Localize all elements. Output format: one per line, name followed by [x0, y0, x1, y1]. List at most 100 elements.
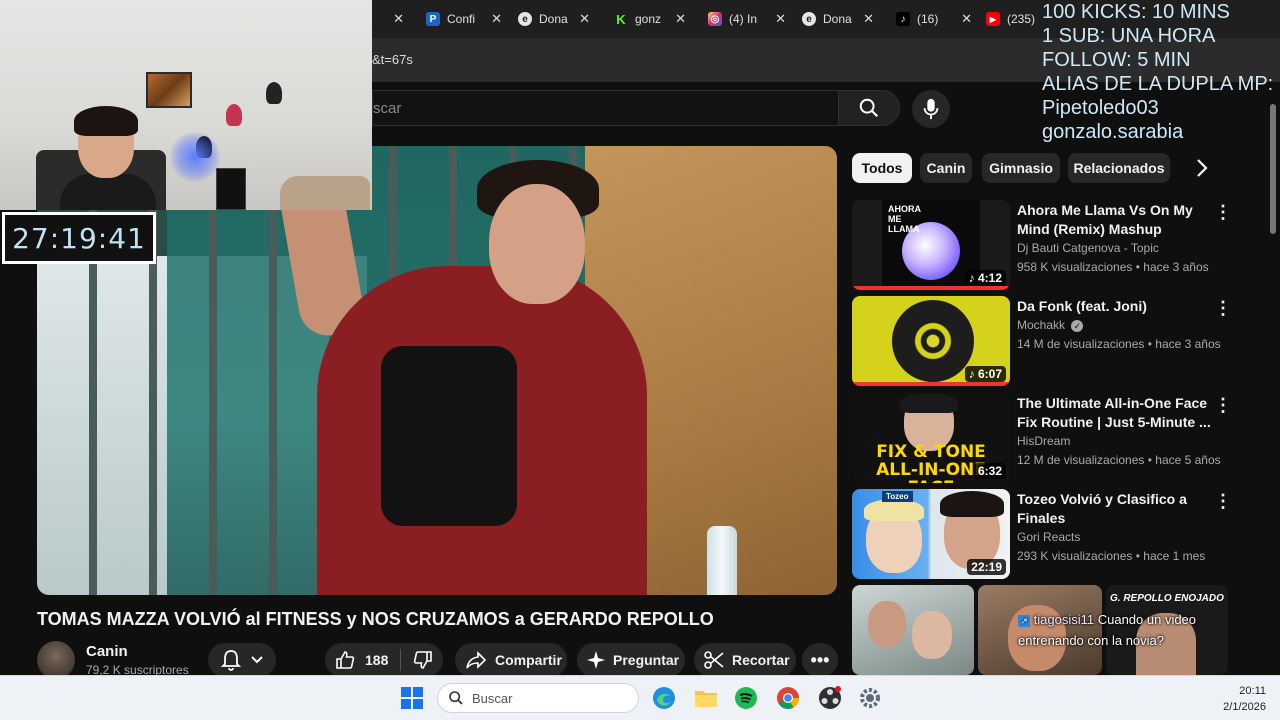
ask-button[interactable]: Preguntar: [577, 643, 685, 677]
clock-time: 20:11: [1239, 685, 1266, 697]
voice-search-button[interactable]: [912, 90, 950, 128]
like-count: 188: [365, 652, 389, 668]
chrome-app[interactable]: [774, 684, 802, 712]
recommendation-channel[interactable]: Mochakk ✓: [1017, 318, 1084, 332]
share-label: Compartir: [495, 652, 562, 668]
overlay-line: ALIAS DE LA DUPLA MP:: [1042, 73, 1274, 95]
more-vertical-icon[interactable]: ⋮: [1214, 202, 1232, 223]
scrollbar-thumb[interactable]: [1270, 104, 1276, 234]
recommendation-channel[interactable]: Dj Bauti Catgenova - Topic: [1017, 241, 1159, 255]
thumbnail-text: Tozeo: [882, 491, 913, 502]
url-text[interactable]: &t=67s: [372, 52, 413, 67]
chip-all[interactable]: Todos: [852, 153, 912, 183]
edge-app[interactable]: [650, 684, 678, 712]
windows-icon: [401, 687, 423, 709]
close-icon[interactable]: ✕: [579, 11, 590, 27]
video-thumbnail[interactable]: Tozeo 22:19: [852, 489, 1010, 579]
share-icon: [466, 651, 487, 669]
close-icon[interactable]: ✕: [675, 11, 686, 27]
recommendation-meta: 14 M de visualizaciones • hace 3 años: [1017, 337, 1221, 351]
tiktok-icon: ♪: [896, 12, 910, 26]
notifications-button[interactable]: [208, 643, 276, 677]
video-thumbnail[interactable]: AHORA ME LLAMA ♪ 4:12: [852, 200, 1010, 290]
close-icon[interactable]: ✕: [961, 11, 972, 27]
taskbar-search[interactable]: Buscar: [437, 683, 639, 713]
scissors-icon: [704, 651, 724, 669]
start-button[interactable]: [398, 684, 426, 712]
recommendation-title[interactable]: Tozeo Volvió y Clasifico a Finales: [1017, 490, 1217, 528]
tab-instagram[interactable]: ◎ (4) In ✕: [708, 6, 786, 32]
channel-avatar[interactable]: [37, 641, 75, 679]
taskbar-search-placeholder: Buscar: [472, 690, 513, 706]
channel-name[interactable]: Canin: [86, 643, 128, 660]
video-player[interactable]: [37, 146, 837, 595]
video-thumbnail[interactable]: [852, 585, 974, 675]
kick-icon: ↗: [1018, 615, 1030, 627]
recommendation-item[interactable]: AHORA ME LLAMA ♪ 4:12 Ahora Me Llama Vs …: [852, 200, 1272, 290]
paypal-icon: P: [426, 12, 440, 26]
tab-label: Confi: [447, 12, 476, 26]
more-actions-button[interactable]: •••: [802, 643, 838, 677]
chip-canin[interactable]: Canin: [920, 153, 972, 183]
tab-close-partial[interactable]: ✕: [388, 6, 418, 32]
settings-app[interactable]: [856, 684, 884, 712]
file-explorer-app[interactable]: [692, 684, 720, 712]
tab-label: (235): [1007, 12, 1036, 26]
kick-icon: K: [614, 12, 628, 27]
recommendation-channel[interactable]: HisDream: [1017, 434, 1070, 448]
chevron-down-icon: [251, 656, 263, 664]
streaming-app[interactable]: [816, 684, 844, 712]
close-icon[interactable]: ✕: [775, 11, 786, 27]
system-clock[interactable]: 20:11 2/1/2026: [1200, 683, 1266, 715]
tab-youtube[interactable]: ▶ (235): [986, 6, 1046, 32]
more-vertical-icon[interactable]: ⋮: [1214, 491, 1232, 512]
recommendation-item[interactable]: FIX & TONE ALL-IN-ONE FACE 6:32 The Ulti…: [852, 393, 1272, 483]
video-thumbnail[interactable]: FIX & TONE ALL-IN-ONE FACE 6:32: [852, 393, 1010, 483]
overlay-line: 100 KICKS: 10 MINS: [1042, 1, 1230, 23]
video-thumbnail[interactable]: ♪ 6:07: [852, 296, 1010, 386]
overlay-line: gonzalo.sarabia: [1042, 121, 1184, 143]
clip-button[interactable]: Recortar: [694, 643, 796, 677]
recommendation-title[interactable]: Ahora Me Llama Vs On My Mind (Remix) Mas…: [1017, 201, 1217, 239]
chips-next-button[interactable]: [1196, 158, 1208, 183]
search-button[interactable]: [838, 90, 900, 126]
close-icon[interactable]: ✕: [393, 11, 404, 27]
scrollbar[interactable]: [1268, 100, 1278, 670]
spotify-app[interactable]: [732, 684, 760, 712]
recommendation-meta: 958 K visualizaciones • hace 3 años: [1017, 260, 1209, 274]
search-input[interactable]: scar: [372, 90, 838, 126]
recommendation-item[interactable]: Tozeo 22:19 Tozeo Volvió y Clasifico a F…: [852, 489, 1272, 579]
recommendation-title[interactable]: The Ultimate All-in-One Face Fix Routine…: [1017, 394, 1217, 432]
video-scene-bag: [381, 346, 517, 526]
chip-related[interactable]: Relacionados: [1068, 153, 1170, 183]
tab-donation[interactable]: e Dona ✕: [518, 6, 590, 32]
more-vertical-icon[interactable]: ⋮: [1214, 298, 1232, 319]
chevron-right-icon: [1197, 159, 1208, 177]
recommendation-item[interactable]: ♪ 6:07 Da Fonk (feat. Joni) Mochakk ✓ 14…: [852, 296, 1272, 386]
second-person: [280, 176, 370, 210]
chat-text: Cuando un video: [1097, 612, 1197, 627]
close-icon[interactable]: ✕: [863, 11, 874, 27]
more-vertical-icon[interactable]: ⋮: [1214, 395, 1232, 416]
dislike-button[interactable]: [413, 650, 433, 670]
recommendation-title[interactable]: Da Fonk (feat. Joni): [1017, 297, 1217, 316]
video-duration: ♪ 4:12: [964, 270, 1006, 286]
bell-icon: [221, 650, 241, 671]
thumbnail-text: G. REPOLLO ENOJADO: [1110, 593, 1224, 604]
tab-paypal[interactable]: P Confi ✕: [426, 6, 502, 32]
recommendation-channel[interactable]: Gori Reacts: [1017, 530, 1080, 544]
folder-icon: [695, 691, 717, 707]
edge-icon: [653, 687, 675, 709]
video-duration: 22:19: [967, 559, 1006, 575]
subathon-timer: 27:19:41: [2, 212, 156, 264]
share-button[interactable]: Compartir: [455, 643, 567, 677]
like-button[interactable]: 188: [335, 650, 388, 670]
tab-donation-2[interactable]: e Dona ✕: [802, 6, 874, 32]
close-icon[interactable]: ✕: [491, 11, 502, 27]
taskbar: [0, 675, 1280, 720]
clock-date: 2/1/2026: [1223, 701, 1266, 713]
tab-tiktok[interactable]: ♪ (16) ✕: [896, 6, 972, 32]
chip-gym[interactable]: Gimnasio: [982, 153, 1060, 183]
chat-text: entrenando con la novia?: [1018, 633, 1165, 648]
tab-kick[interactable]: K gonz ✕: [614, 6, 686, 32]
